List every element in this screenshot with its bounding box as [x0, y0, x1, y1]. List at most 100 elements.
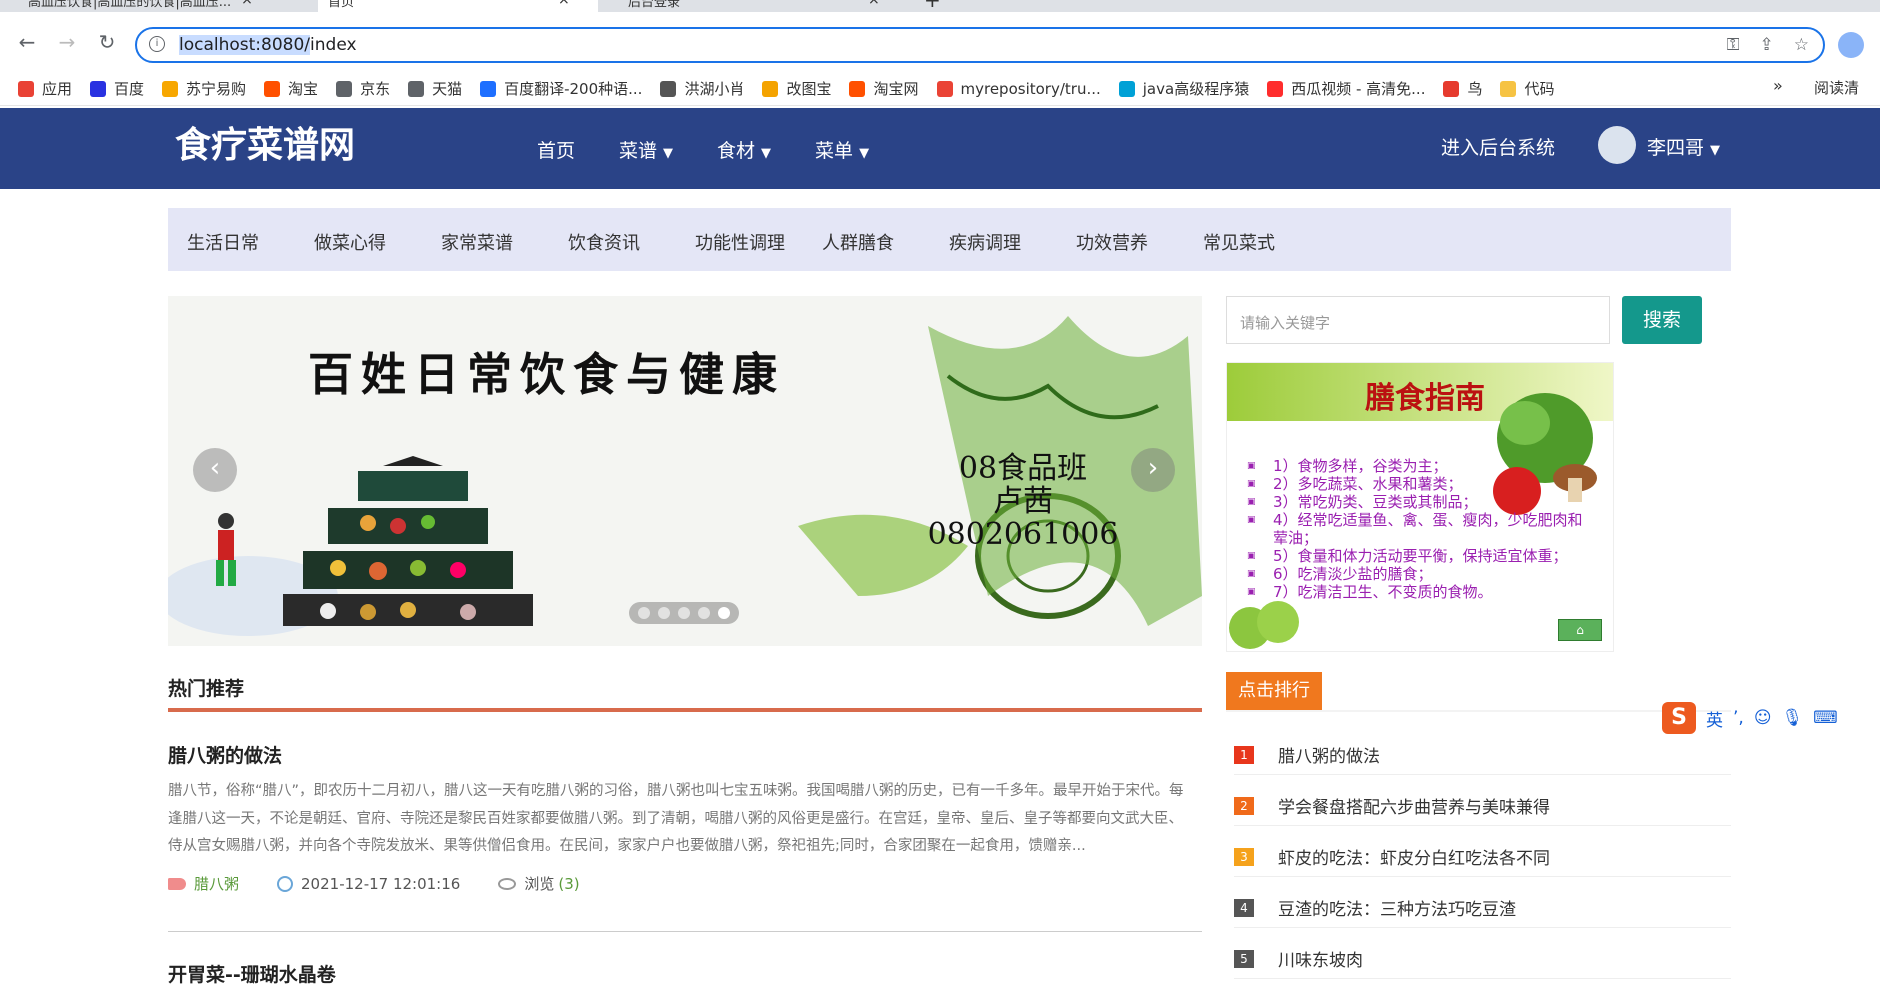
- punctuation-icon[interactable]: ’,: [1733, 708, 1744, 728]
- diet-guide-banner[interactable]: 膳食指南 1）食物多样，谷类为主； 2）多吃蔬菜、水果和薯类； 3）常吃奶类、豆…: [1226, 362, 1614, 652]
- bookmark-favicon-icon: [162, 80, 179, 97]
- tag-icon: [168, 877, 186, 890]
- category-link[interactable]: 生活日常: [187, 229, 259, 255]
- site-logo[interactable]: 食疗菜谱网: [175, 116, 355, 168]
- bookmark-item[interactable]: 百度: [90, 78, 144, 99]
- sogou-ime-icon[interactable]: S: [1662, 702, 1696, 734]
- bookmark-item[interactable]: 西瓜视频 - 高清免...: [1267, 78, 1425, 99]
- admin-link[interactable]: 进入后台系统: [1441, 133, 1555, 160]
- ranking-item[interactable]: 4 豆渣的吃法：三种方法巧吃豆渣: [1234, 888, 1731, 928]
- nav-ingredients[interactable]: 食材 ▼: [717, 136, 771, 163]
- new-tab-button[interactable]: +: [924, 0, 941, 12]
- category-link[interactable]: 功效营养: [1076, 229, 1148, 255]
- bookmark-item[interactable]: 天猫: [408, 78, 462, 99]
- rank-number: 2: [1234, 796, 1254, 815]
- bookmark-item[interactable]: java高级程序猿: [1118, 78, 1249, 99]
- close-tab-icon[interactable]: ×: [868, 0, 880, 8]
- user-menu[interactable]: 李四哥 ▼: [1647, 133, 1720, 160]
- avatar[interactable]: [1598, 126, 1636, 164]
- bookmark-item[interactable]: 鸟: [1443, 78, 1482, 99]
- site-info-icon[interactable]: i: [149, 36, 165, 52]
- carousel[interactable]: 百姓日常饮食与健康 08食品班 卢茜 0802061006 ‹ ›: [168, 296, 1202, 646]
- date-text: 2021-12-17 12:01:16: [301, 874, 461, 893]
- forward-icon[interactable]: →: [56, 30, 78, 54]
- microphone-icon[interactable]: 🎙: [1782, 708, 1804, 728]
- caption-line: 0802061006: [927, 517, 1119, 552]
- ranking-item[interactable]: 2 学会餐盘搭配六步曲营养与美味兼得: [1234, 786, 1731, 826]
- back-icon[interactable]: ←: [16, 30, 38, 54]
- url-bar[interactable]: i localhost:8080/index ⚿ ⇪ ☆: [135, 27, 1825, 63]
- bookmark-item[interactable]: myrepository/tru...: [936, 80, 1101, 98]
- carousel-dot[interactable]: [718, 607, 730, 619]
- category-link[interactable]: 常见菜式: [1203, 229, 1275, 255]
- category-link[interactable]: 人群膳食: [822, 229, 894, 255]
- browser-tab[interactable]: 后台登录 ×: [628, 0, 898, 12]
- ranking-divider: [1226, 710, 1731, 712]
- ime-toolbar[interactable]: S 英 ’, ☺ 🎙 ⌨: [1662, 702, 1838, 734]
- carousel-next-button[interactable]: ›: [1131, 448, 1175, 492]
- rank-title: 虾皮的吃法：虾皮分白红吃法各不同: [1278, 849, 1550, 869]
- bookmark-label: 应用: [42, 80, 73, 98]
- rank-title: 川味东坡肉: [1278, 951, 1363, 971]
- carousel-dot[interactable]: [638, 607, 650, 619]
- keyboard-icon[interactable]: ⌨: [1813, 708, 1838, 728]
- url-text[interactable]: localhost:8080/index: [179, 35, 357, 55]
- caption-line: 08食品班: [958, 451, 1088, 486]
- bookmark-label: 百度: [114, 80, 145, 98]
- reload-icon[interactable]: ↻: [96, 30, 118, 54]
- post-title[interactable]: 开胃菜--珊瑚水晶卷: [168, 960, 336, 987]
- nav-label: 食材: [717, 140, 756, 162]
- url-host: localhost:8080/: [179, 35, 311, 55]
- post-title[interactable]: 腊八粥的做法: [168, 741, 282, 768]
- ranking-item[interactable]: 1 腊八粥的做法: [1234, 735, 1731, 775]
- caret-down-icon: ▼: [1710, 143, 1721, 158]
- bookmark-item[interactable]: 京东: [336, 78, 390, 99]
- carousel-dot[interactable]: [658, 607, 670, 619]
- category-link[interactable]: 家常菜谱: [441, 229, 513, 255]
- key-icon[interactable]: ⚿: [1727, 35, 1740, 55]
- bookmark-item[interactable]: 洪湖小肖: [660, 78, 744, 99]
- category-link[interactable]: 饮食资讯: [568, 229, 640, 255]
- bookmark-item[interactable]: 代码: [1500, 78, 1555, 99]
- close-tab-icon[interactable]: ×: [558, 0, 570, 8]
- ime-mode[interactable]: 英: [1706, 706, 1723, 731]
- category-link[interactable]: 功能性调理: [695, 229, 785, 255]
- browser-tab-active[interactable]: 首页 ×: [318, 0, 598, 12]
- user-name: 李四哥: [1647, 137, 1705, 159]
- reading-list-button[interactable]: 阅读清: [1814, 77, 1880, 98]
- category-link[interactable]: 做菜心得: [314, 229, 386, 255]
- post-excerpt: 腊八节，俗称“腊八”，即农历十二月初八，腊八这一天有吃腊八粥的习俗，腊八粥也叫七…: [168, 783, 1184, 854]
- category-link[interactable]: 疾病调理: [949, 229, 1021, 255]
- carousel-dot[interactable]: [678, 607, 690, 619]
- bookmark-item[interactable]: 改图宝: [762, 78, 831, 99]
- carousel-dot[interactable]: [698, 607, 710, 619]
- star-icon[interactable]: ☆: [1794, 35, 1809, 55]
- category-bar: 生活日常 做菜心得 家常菜谱 饮食资讯 功能性调理 人群膳食 疾病调理 功效营养…: [168, 208, 1731, 271]
- bookmark-label: 京东: [360, 80, 391, 98]
- share-icon[interactable]: ⇪: [1760, 35, 1774, 55]
- post-tag[interactable]: 腊八粥: [168, 873, 239, 894]
- nav-menu[interactable]: 菜单 ▼: [815, 136, 869, 163]
- profile-avatar[interactable]: [1838, 32, 1864, 58]
- ranking-item[interactable]: 3 虾皮的吃法：虾皮分白红吃法各不同: [1234, 837, 1731, 877]
- bookmark-item[interactable]: 淘宝网: [849, 78, 919, 99]
- search-button[interactable]: 搜索: [1622, 296, 1702, 344]
- bookmarks-bar: 应用 百度 苏宁易购 淘宝 京东 天猫 百度翻译-200种语... 洪湖小肖 改图宝 淘宝网 myr…: [0, 72, 1880, 106]
- browser-tab[interactable]: 高血压饮食|高血压的饮食|高血压... ×: [28, 0, 253, 12]
- bookmark-item[interactable]: 淘宝: [264, 78, 318, 99]
- bookmark-label: 苏宁易购: [186, 80, 247, 98]
- bookmarks-overflow-icon[interactable]: »: [1773, 76, 1792, 95]
- carousel-prev-button[interactable]: ‹: [193, 448, 237, 492]
- nav-home[interactable]: 首页: [537, 136, 575, 163]
- search-input[interactable]: 请输入关键字: [1226, 296, 1610, 344]
- emoji-icon[interactable]: ☺: [1754, 708, 1772, 728]
- section-divider: [168, 708, 1202, 712]
- bookmark-label: 淘宝: [288, 80, 319, 98]
- bookmark-item[interactable]: 百度翻译-200种语...: [480, 78, 642, 99]
- nav-recipes[interactable]: 菜谱 ▼: [619, 136, 673, 163]
- bookmark-item[interactable]: 苏宁易购: [162, 78, 246, 99]
- ranking-item[interactable]: 5 川味东坡肉: [1234, 939, 1731, 979]
- close-tab-icon[interactable]: ×: [241, 0, 253, 8]
- guide-list: 1）食物多样，谷类为主； 2）多吃蔬菜、水果和薯类； 3）常吃奶类、豆类或其制品…: [1247, 457, 1597, 601]
- bookmark-item[interactable]: 应用: [18, 78, 72, 99]
